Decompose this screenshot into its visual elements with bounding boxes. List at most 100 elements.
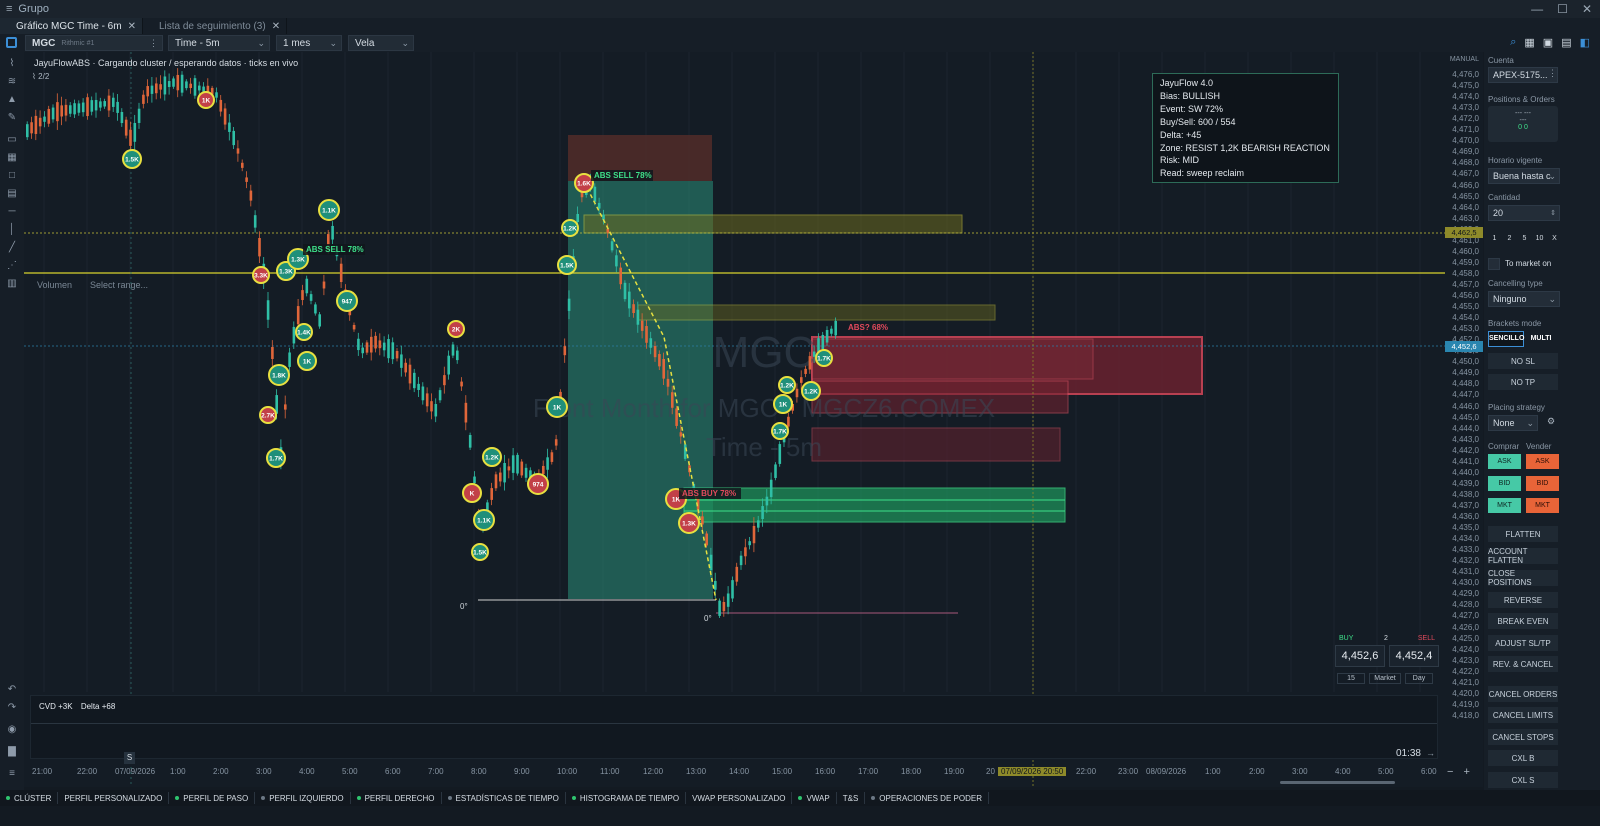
no-tp-button[interactable]: NO TP [1488,374,1558,390]
scroll-right-icon[interactable]: → [1426,748,1435,758]
reverse-button[interactable]: REVERSE [1488,592,1558,608]
to-market-checkbox[interactable] [1488,258,1500,270]
trash-icon[interactable]: ▇ [6,746,18,758]
symbol-field[interactable]: MGC Rithmic #1 ⋮ [25,35,163,51]
sell-bid-button[interactable]: BID [1526,476,1559,491]
rev-cancel-button[interactable]: REV. & CANCEL [1488,656,1558,672]
qty-clear-button[interactable]: X [1548,232,1561,246]
toggle-cluster[interactable]: CLÚSTER [0,792,59,804]
toggle-perfil-de-paso[interactable]: PERFIL DE PASO [169,792,256,804]
time-axis[interactable]: 21:00 22:00 07/09/2026 1:00 2:00 3:00 4:00 5:00… [24,765,1445,779]
order-type-option[interactable]: Market [1369,673,1401,684]
account-menu-icon[interactable]: ⋮ [1548,68,1557,79]
toggle-vwap[interactable]: VWAP [792,792,837,804]
sell-mkt-button[interactable]: MKT [1526,498,1559,513]
close-positions-button[interactable]: CLOSE POSITIONS [1488,569,1558,587]
account-flatten-button[interactable]: ACCOUNT FLATTEN [1488,547,1558,565]
buy-mkt-button[interactable]: MKT [1488,498,1521,513]
template-icon[interactable]: ▦ [6,152,18,164]
alert-icon[interactable]: ▲ [6,94,18,106]
cxl-b-button[interactable]: CXL B [1488,750,1558,766]
quantity-input[interactable]: 20 ⇕ [1488,205,1560,221]
cancel-limits-button[interactable]: CANCEL LIMITS [1488,707,1558,723]
panel-toggle-icon[interactable] [6,37,17,48]
rectangle-icon[interactable]: □ [6,170,18,182]
search-chart-icon[interactable]: ⌕ [1510,36,1516,49]
buy-ask-button[interactable]: ASK [1488,454,1521,469]
ruler-icon[interactable]: ▥ [6,278,18,290]
no-sl-button[interactable]: NO SL [1488,353,1558,369]
chart-type-icon[interactable]: ⌇ [6,58,18,70]
price-axis[interactable]: MANUAL 4,476,0 4,475,0 4,474,0 4,473,0 4,472… [1445,52,1483,787]
gear-icon[interactable]: ⚙ [1544,416,1558,430]
dom-icon[interactable]: ▤ [1561,36,1571,49]
sell-ask-button[interactable]: ASK [1526,454,1559,469]
axis-mode[interactable]: MANUAL [1450,56,1479,63]
lock-icon[interactable]: ▣ [1543,36,1553,49]
bid-quote-button[interactable]: 4,452,6 [1335,645,1385,667]
range-select[interactable]: 1 mes ⌄ [276,35,342,51]
toggle-histograma[interactable]: HISTOGRAMA DE TIEMPO [566,792,687,804]
undo-icon[interactable]: ↶ [6,684,18,696]
ask-quote-button[interactable]: 4,452,4 [1389,645,1439,667]
qty-preset-button[interactable]: 5 [1518,232,1531,246]
qty-option[interactable]: 15 [1337,673,1365,684]
side-panel-icon[interactable]: ◧ [1580,36,1590,49]
close-tab-icon[interactable]: ✕ [272,21,280,32]
qty-preset-button[interactable]: 1 [1488,232,1501,246]
toggle-ts[interactable]: T&S [837,792,866,804]
session-marker[interactable]: S [124,752,135,764]
cancelling-select[interactable]: Ninguno ⌄ [1488,291,1560,307]
multi-toggle[interactable]: MULTI [1524,331,1558,347]
trendline-icon[interactable]: ╱ [6,242,18,254]
cancel-orders-button[interactable]: CANCEL ORDERS [1488,686,1558,702]
adjust-sltp-button[interactable]: ADJUST SL/TP [1488,635,1558,651]
toggle-estadisticas[interactable]: ESTADÍSTICAS DE TIEMPO [442,792,566,804]
qty-preset-button[interactable]: 2 [1503,232,1516,246]
toggle-perfil-derecho[interactable]: PERFIL DERECHO [351,792,442,804]
volume-button[interactable]: Volumen [30,280,82,294]
cancel-stops-button[interactable]: CANCEL STOPS [1488,729,1558,745]
zoom-in-icon[interactable]: + [1463,766,1469,778]
timeframe-select[interactable]: Time - 5m ⌄ [168,35,270,51]
hline-icon[interactable]: ─ [6,206,18,218]
zoom-out-icon[interactable]: − [1447,766,1453,778]
placing-select[interactable]: None ⌄ [1488,415,1538,431]
menu-icon[interactable]: ≡ [6,3,12,15]
toggle-perfil-personalizado[interactable]: PERFIL PERSONALIZADO [58,792,170,804]
cxl-s-button[interactable]: CXL S [1488,772,1558,788]
sencillo-toggle[interactable]: SENCILLO [1488,331,1524,347]
style-select[interactable]: Vela ⌄ [348,35,414,51]
flatten-button[interactable]: FLATTEN [1488,526,1558,542]
close-tab-icon[interactable]: ✕ [128,21,136,32]
tab-watchlist[interactable]: Lista de seguimiento (3) ✕ [143,18,288,34]
fib-icon[interactable]: ⋰ [6,260,18,272]
stepper-icon[interactable]: ⇕ [1550,209,1556,217]
toggle-perfil-izquierdo[interactable]: PERFIL IZQUIERDO [255,792,351,804]
time-scrollbar[interactable] [1280,781,1395,784]
buy-bid-button[interactable]: BID [1488,476,1521,491]
indicator-icon[interactable]: ▭ [6,134,18,146]
pencil-icon[interactable]: ✎ [6,112,18,124]
close-icon[interactable]: ✕ [1582,2,1592,16]
box-icon[interactable]: ▤ [6,188,18,200]
toggle-operaciones[interactable]: OPERACIONES DE PODER [865,792,989,804]
more-icon[interactable]: ⋮ [149,38,158,49]
redo-icon[interactable]: ↷ [6,702,18,714]
candle-body [185,81,188,89]
select-range-button[interactable]: Select range... [84,280,164,294]
toggle-vwap-personalizado[interactable]: VWAP PERSONALIZADO [686,792,793,804]
layers-icon[interactable]: ≋ [6,76,18,88]
positions-box[interactable]: --- --- --- 0 0 [1488,106,1558,142]
maximize-icon[interactable]: ☐ [1557,2,1568,16]
tab-chart[interactable]: Gráfico MGC Time - 6m ✕ [0,18,143,34]
list-icon[interactable]: ≡ [6,768,18,780]
tif-option[interactable]: Day [1405,673,1433,684]
minimize-icon[interactable]: — [1531,2,1543,16]
qty-preset-button[interactable]: 10 [1533,232,1546,246]
eye-icon[interactable]: ◉ [6,724,18,736]
horario-select[interactable]: Buena hasta c ⌄ [1488,168,1560,184]
vline-icon[interactable]: │ [6,224,18,236]
layout-icon[interactable]: ▦ [1524,36,1534,49]
break-even-button[interactable]: BREAK EVEN [1488,613,1558,629]
